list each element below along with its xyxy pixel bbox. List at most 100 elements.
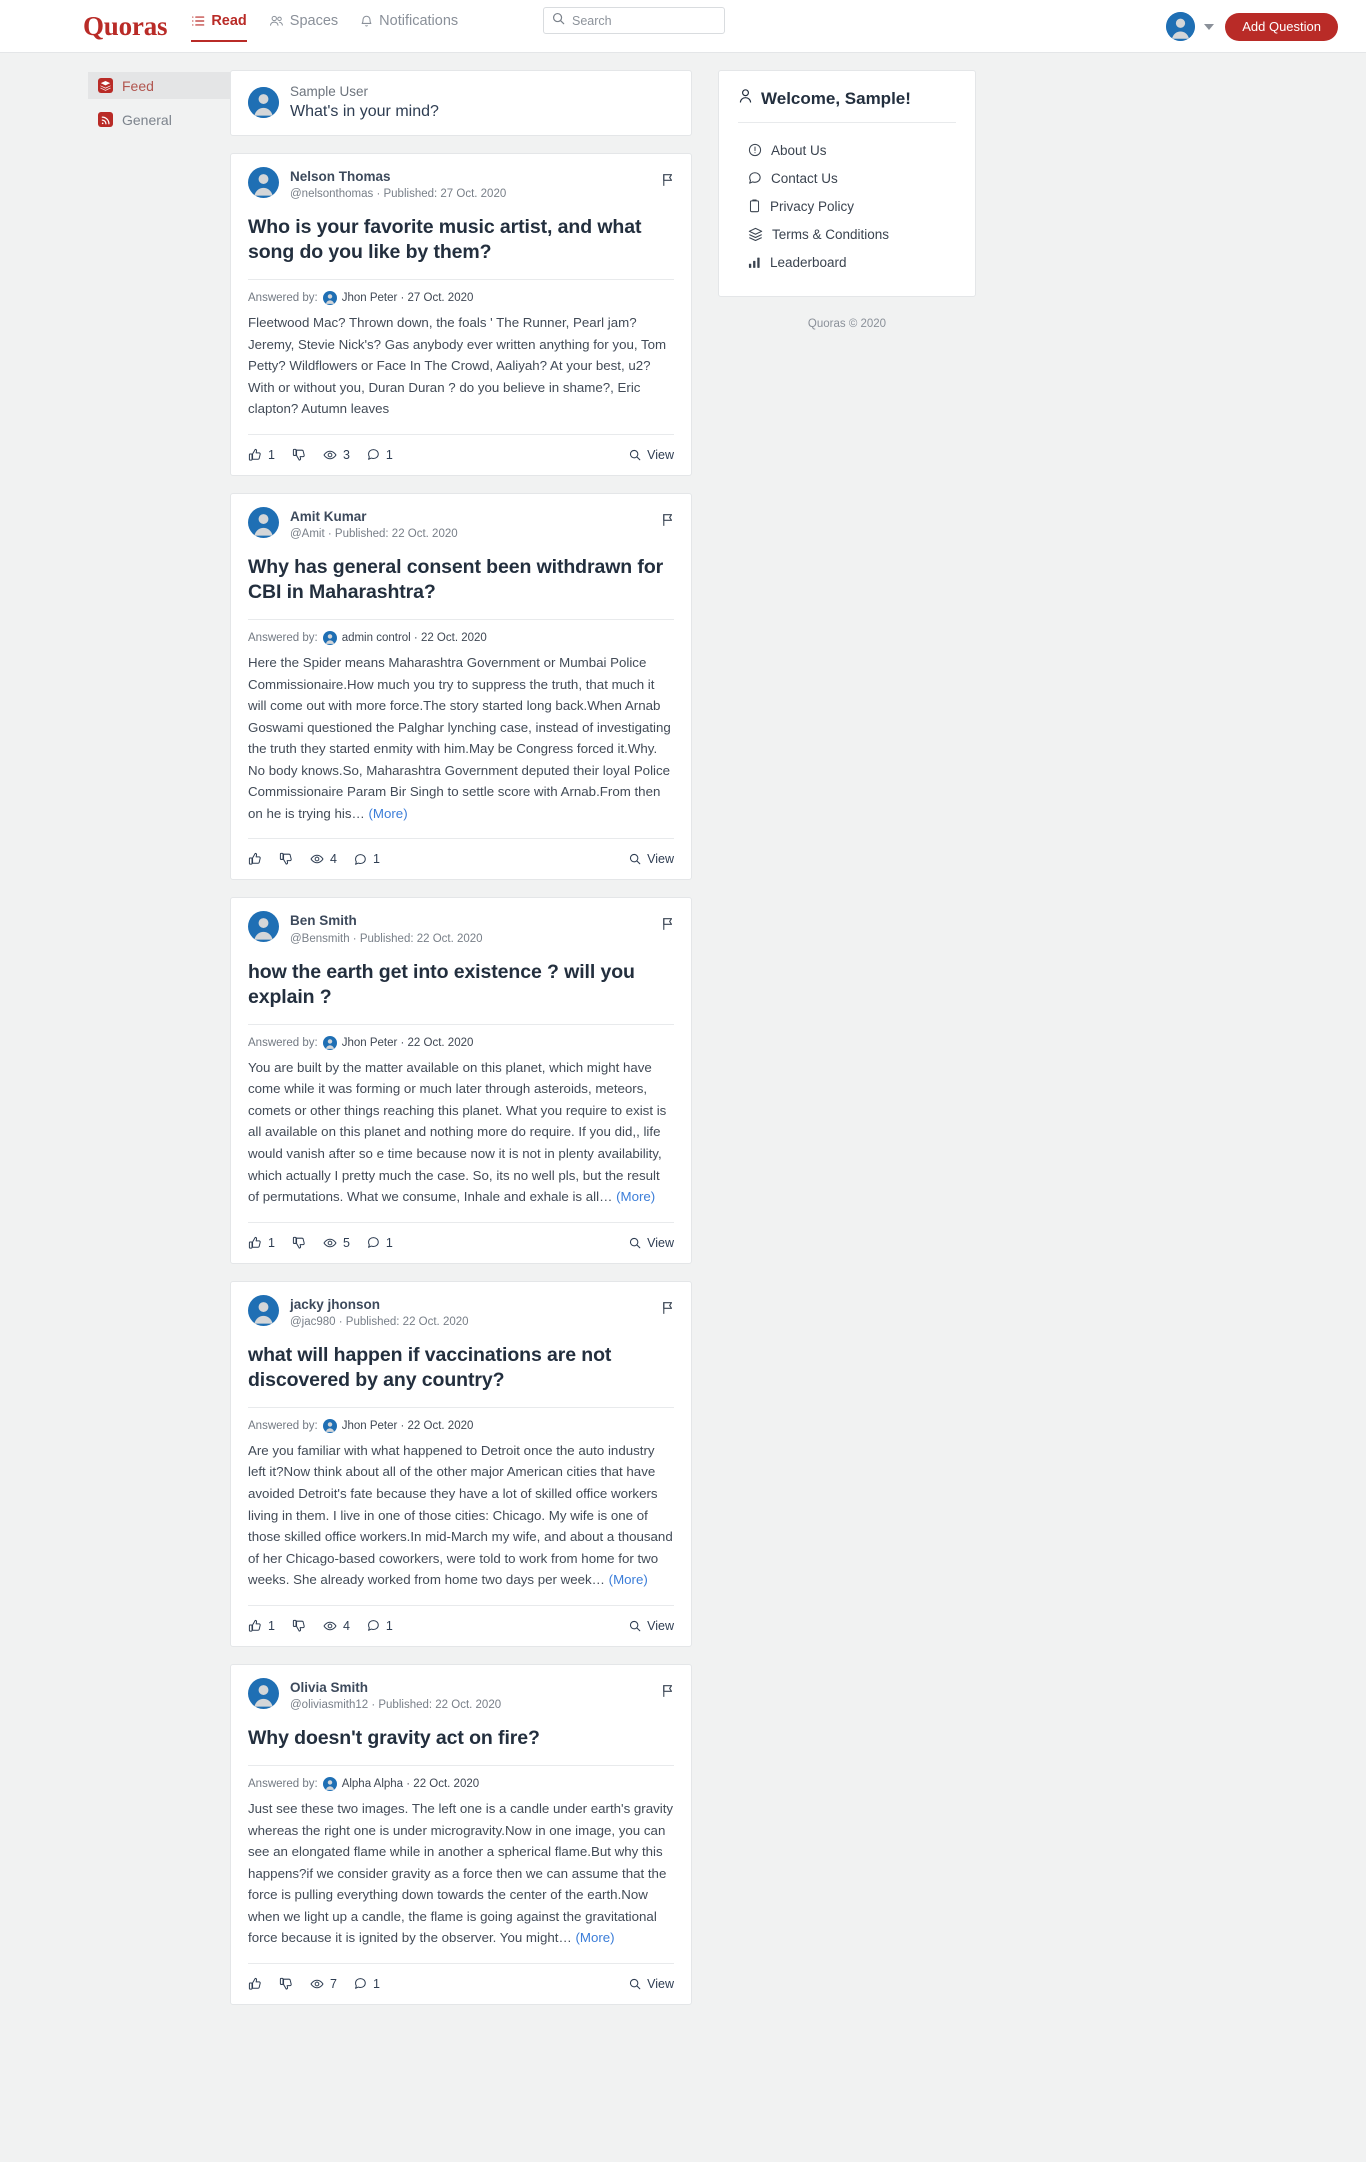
header-right-group: Add Question xyxy=(1166,0,1338,53)
search-icon xyxy=(552,12,565,30)
question-title[interactable]: how the earth get into existence ? will … xyxy=(248,960,674,1025)
more-link[interactable]: (More) xyxy=(575,1930,614,1945)
list-icon xyxy=(191,14,205,28)
brand-logo[interactable]: Quoras xyxy=(83,11,168,42)
view-button[interactable]: View xyxy=(629,1977,674,1991)
more-link[interactable]: (More) xyxy=(609,1572,648,1587)
question-title[interactable]: Why has general consent been withdrawn f… xyxy=(248,555,674,621)
nav-item-spaces[interactable]: Spaces xyxy=(269,13,338,43)
layers-icon xyxy=(748,227,763,242)
info-circle-icon xyxy=(748,143,762,157)
views-indicator[interactable]: 4 xyxy=(310,852,337,866)
nav-item-notifications[interactable]: Notifications xyxy=(360,13,458,43)
like-button[interactable] xyxy=(248,1977,262,1991)
report-flag-button[interactable] xyxy=(661,173,674,192)
avatar[interactable] xyxy=(1166,12,1196,41)
views-indicator[interactable]: 4 xyxy=(323,1619,350,1633)
views-indicator[interactable]: 5 xyxy=(323,1236,350,1250)
chevron-down-icon[interactable] xyxy=(1204,23,1215,30)
answered-by-label: Answered by: xyxy=(248,292,318,305)
nav-item-read[interactable]: Read xyxy=(191,12,247,42)
answerer-avatar xyxy=(322,631,337,646)
quick-link-label: Leaderboard xyxy=(770,254,847,270)
view-button[interactable]: View xyxy=(629,448,674,462)
search-icon xyxy=(629,853,641,865)
comments-button[interactable]: 1 xyxy=(354,852,380,866)
sidebar-label-general: General xyxy=(122,111,172,128)
answered-by-line: Answered by: Alpha Alpha · 22 Oct. 2020 xyxy=(248,1766,674,1798)
post-author-name: Nelson Thomas xyxy=(290,168,391,184)
quick-link-label: About Us xyxy=(771,142,827,158)
add-question-button[interactable]: Add Question xyxy=(1225,12,1338,41)
dislike-button[interactable] xyxy=(292,1619,306,1633)
quick-link-leaderboard[interactable]: Leaderboard xyxy=(738,248,956,276)
more-link[interactable]: (More) xyxy=(368,806,407,821)
page-body: Feed General Sample User What's in your … xyxy=(0,53,1366,2062)
dislike-button[interactable] xyxy=(292,1236,306,1250)
avatar xyxy=(248,166,279,198)
answer-text: Fleetwood Mac? Thrown down, the foals ' … xyxy=(248,315,667,417)
views-indicator[interactable]: 7 xyxy=(310,1977,337,1991)
dislike-button[interactable] xyxy=(292,448,306,462)
comment-icon xyxy=(354,1977,367,1990)
answer-text: Here the Spider means Maharashtra Govern… xyxy=(248,655,671,821)
view-button[interactable]: View xyxy=(629,852,674,866)
post-author-meta: Olivia Smith @oliviasmith12 · Published: … xyxy=(290,1678,501,1714)
thumbs-up-icon xyxy=(248,1977,262,1991)
post-author-name: Ben Smith xyxy=(290,913,357,929)
answerer-avatar xyxy=(322,291,337,306)
post-header: jacky jhonson @jac980 · Published: 22 Oct… xyxy=(248,1294,674,1343)
bell-icon xyxy=(360,14,373,28)
view-button[interactable]: View xyxy=(629,1236,674,1250)
answered-by-label: Answered by: xyxy=(248,1419,318,1432)
views-indicator-count: 4 xyxy=(330,852,337,867)
comments-button[interactable]: 1 xyxy=(367,448,393,462)
report-flag-button[interactable] xyxy=(661,917,674,936)
comments-button-count: 1 xyxy=(385,1618,393,1633)
question-title[interactable]: what will happen if vaccinations are not… xyxy=(248,1343,674,1408)
dislike-button[interactable] xyxy=(279,1977,293,1991)
sidebar-item-general[interactable]: General xyxy=(88,106,230,133)
answerer-avatar xyxy=(322,1418,337,1433)
views-indicator[interactable]: 3 xyxy=(323,448,350,462)
comment-icon xyxy=(354,853,367,866)
quick-link-terms-conditions[interactable]: Terms & Conditions xyxy=(738,220,956,248)
quick-link-about-us[interactable]: About Us xyxy=(738,136,956,164)
composer-user-name: Sample User xyxy=(290,84,369,99)
answerer-name: admin control · 22 Oct. 2020 xyxy=(341,632,487,645)
report-flag-button[interactable] xyxy=(661,513,674,532)
like-button[interactable]: 1 xyxy=(248,1619,275,1633)
view-button[interactable]: View xyxy=(629,1619,674,1633)
search-input[interactable] xyxy=(572,13,716,28)
sidebar-item-feed[interactable]: Feed xyxy=(88,72,230,99)
comment-icon xyxy=(367,1236,380,1249)
dislike-button[interactable] xyxy=(279,852,293,866)
question-title[interactable]: Why doesn't gravity act on fire? xyxy=(248,1726,674,1767)
comments-button[interactable]: 1 xyxy=(367,1619,393,1633)
report-flag-button[interactable] xyxy=(661,1301,674,1320)
like-button[interactable]: 1 xyxy=(248,448,275,462)
report-flag-button[interactable] xyxy=(661,1684,674,1703)
nav-label-read: Read xyxy=(211,12,247,29)
comments-button[interactable]: 1 xyxy=(367,1236,393,1250)
footer-copyright: Quoras © 2020 xyxy=(807,318,887,330)
like-button[interactable]: 1 xyxy=(248,1236,275,1250)
search-box[interactable] xyxy=(543,7,725,34)
quick-link-contact-us[interactable]: Contact Us xyxy=(738,164,956,192)
view-button-label: View xyxy=(647,447,674,462)
view-button-label: View xyxy=(647,1618,674,1633)
post-composer[interactable]: Sample User What's in your mind? xyxy=(230,70,692,136)
like-button[interactable] xyxy=(248,852,262,866)
question-title[interactable]: Who is your favorite music artist, and w… xyxy=(248,215,674,281)
comments-button[interactable]: 1 xyxy=(354,1977,380,1991)
more-link[interactable]: (More) xyxy=(616,1189,655,1204)
post-action-bar: 1 5 1 View xyxy=(248,1221,674,1263)
quick-link-privacy-policy[interactable]: Privacy Policy xyxy=(738,192,956,220)
left-sidebar: Feed General xyxy=(0,70,230,2022)
post-card: Nelson Thomas @nelsonthomas · Published: … xyxy=(230,152,692,476)
answered-by-line: Answered by: Jhon Peter · 22 Oct. 2020 xyxy=(248,1408,674,1440)
thumbs-down-icon xyxy=(292,1236,306,1250)
thumbs-up-icon xyxy=(248,1619,262,1633)
answer-text: Are you familiar with what happened to D… xyxy=(248,1442,673,1588)
comment-icon xyxy=(367,1619,380,1632)
